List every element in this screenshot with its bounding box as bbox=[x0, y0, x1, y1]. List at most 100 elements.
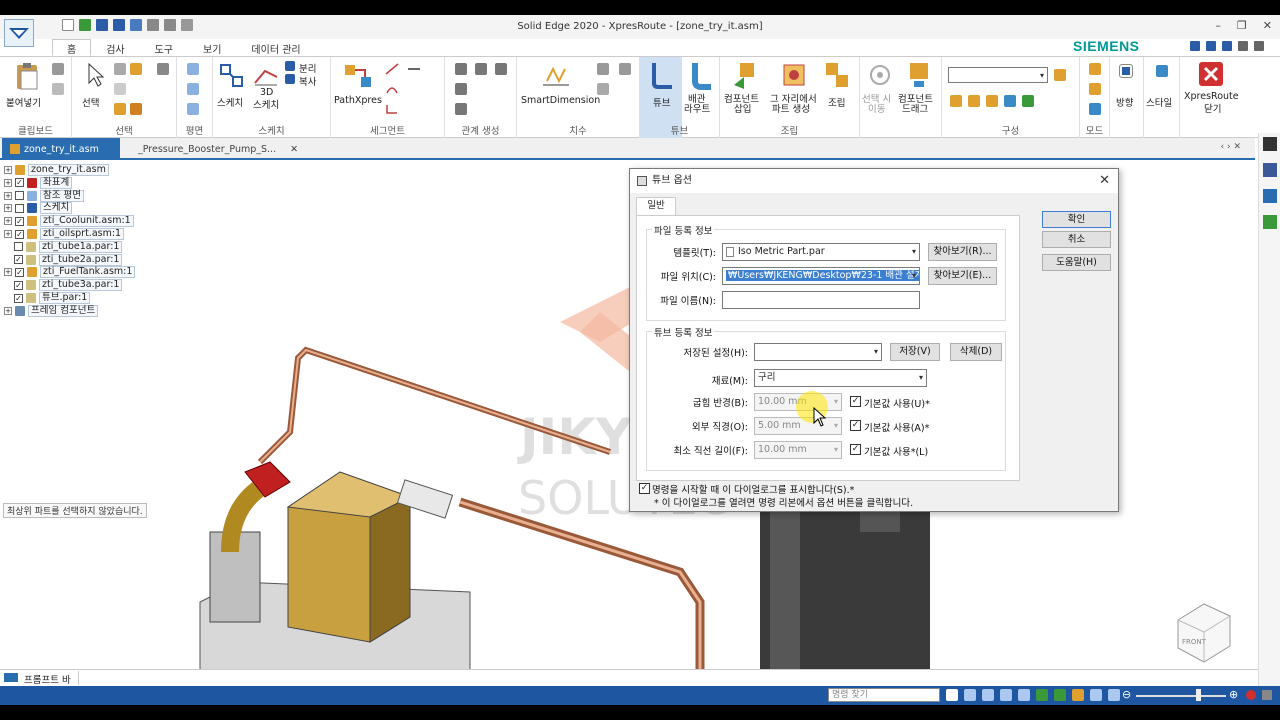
detach-button[interactable]: 분리 bbox=[299, 61, 316, 75]
save-settings-button[interactable]: 저장(V) bbox=[890, 343, 940, 361]
tab-general[interactable]: 일반 bbox=[636, 197, 676, 215]
copy-sketch-icon[interactable] bbox=[285, 74, 295, 84]
config-zone-icon[interactable] bbox=[1004, 95, 1016, 107]
tab-nav-icons[interactable]: ‹ › ✕ bbox=[1221, 142, 1241, 152]
min-straight-length-field[interactable]: 10.00 mm ▾ bbox=[754, 441, 842, 459]
template-dropdown[interactable]: Iso Metric Part.par ▾ bbox=[722, 243, 920, 261]
visibility-checkbox[interactable]: ✓ bbox=[15, 267, 24, 277]
sketch-button[interactable]: 스케치 bbox=[217, 95, 243, 109]
insert-component-label-2[interactable]: 삽입 bbox=[734, 101, 751, 115]
zoom-slider-handle[interactable] bbox=[1196, 689, 1201, 701]
help-button[interactable]: 도움말(H) bbox=[1042, 254, 1111, 271]
direction-button[interactable]: 방향 bbox=[1116, 95, 1133, 109]
expand-icon[interactable]: + bbox=[4, 306, 12, 315]
shaded-icon[interactable] bbox=[1054, 689, 1066, 701]
options-icon[interactable] bbox=[1190, 41, 1200, 51]
tree-node[interactable]: + ✓ 좌표계 bbox=[4, 176, 73, 189]
visibility-checkbox[interactable] bbox=[15, 203, 24, 213]
smart-dimension-button[interactable]: SmartDimension bbox=[521, 95, 600, 106]
move-selection-icon[interactable] bbox=[868, 63, 892, 87]
copper-tube-lower[interactable] bbox=[458, 497, 705, 684]
close-xpresroute-label-2[interactable]: 닫기 bbox=[1204, 101, 1221, 115]
in-place-part-label-2[interactable]: 파트 생성 bbox=[772, 101, 810, 115]
select-part-icon[interactable] bbox=[130, 63, 142, 75]
ok-button[interactable]: 확인 bbox=[1042, 211, 1111, 228]
show-dialog-checkbox[interactable]: ✓ bbox=[639, 483, 650, 494]
pan-icon[interactable] bbox=[1000, 689, 1012, 701]
file-name-input[interactable] bbox=[722, 291, 920, 309]
bend-default-checkbox[interactable]: ✓ bbox=[850, 396, 861, 407]
select-arrow-icon[interactable] bbox=[86, 63, 104, 87]
style-icon[interactable] bbox=[1156, 65, 1168, 77]
config-display-icon[interactable] bbox=[1022, 95, 1034, 107]
saved-settings-dropdown[interactable]: ▾ bbox=[754, 343, 882, 361]
plane-offset-icon[interactable] bbox=[187, 83, 199, 95]
visibility-checkbox[interactable] bbox=[15, 191, 24, 201]
tree-node[interactable]: + 참조 평면 bbox=[4, 189, 84, 202]
zoom-icon[interactable] bbox=[982, 689, 994, 701]
expand-icon[interactable]: + bbox=[4, 166, 12, 174]
zoom-out-icon[interactable]: ⊖ bbox=[1122, 688, 1131, 701]
tree-node[interactable]: ✓ 튜브.par:1 bbox=[14, 292, 91, 304]
record-icon[interactable] bbox=[1246, 690, 1256, 700]
angle-icon[interactable] bbox=[619, 63, 631, 75]
doc-tab-pressure-booster[interactable]: _Pressure_Booster_Pump_S... ✕ bbox=[126, 138, 302, 160]
expand-icon[interactable]: + bbox=[4, 204, 12, 213]
mode-icon-3[interactable] bbox=[1089, 103, 1101, 115]
prompt-bar-input[interactable] bbox=[78, 671, 1246, 685]
browse-location-button[interactable]: 찾아보기(E)... bbox=[928, 267, 997, 285]
mode-icon-1[interactable] bbox=[1089, 63, 1101, 75]
sketch-icon[interactable] bbox=[219, 63, 245, 89]
select-tool-icon[interactable] bbox=[157, 63, 169, 75]
expand-icon[interactable]: + bbox=[4, 230, 12, 238]
restore-icon[interactable]: ❐ bbox=[1237, 19, 1247, 32]
browse-template-button[interactable]: 찾아보기(R)... bbox=[928, 243, 997, 261]
library-icon[interactable] bbox=[1263, 215, 1277, 229]
visibility-checkbox[interactable]: ✓ bbox=[14, 255, 23, 265]
select-button[interactable]: 선택 bbox=[82, 95, 99, 109]
cancel-button[interactable]: 취소 bbox=[1042, 231, 1111, 248]
pathxpres-button[interactable]: PathXpres bbox=[334, 95, 382, 106]
line-horizontal-icon[interactable] bbox=[407, 63, 421, 75]
copy-icon[interactable] bbox=[52, 83, 64, 95]
fit-icon[interactable] bbox=[946, 689, 958, 701]
expand-icon[interactable]: + bbox=[4, 178, 12, 187]
tree-node[interactable]: + 스케치 bbox=[4, 202, 73, 215]
insert-component-icon[interactable] bbox=[732, 61, 758, 89]
corner-icon[interactable] bbox=[385, 103, 399, 115]
dialog-close-icon[interactable]: ✕ bbox=[1099, 173, 1110, 188]
sketch-view-icon[interactable] bbox=[1108, 689, 1120, 701]
zoom-area-icon[interactable] bbox=[964, 689, 976, 701]
dimension-tool-icon[interactable] bbox=[597, 83, 609, 95]
mode-icon-2[interactable] bbox=[1089, 83, 1101, 95]
tree-node[interactable]: + ✓ zti_FuelTank.asm:1 bbox=[4, 266, 136, 279]
select-filter-icon[interactable] bbox=[114, 63, 126, 75]
arc-icon[interactable] bbox=[385, 83, 399, 95]
pipe-route-label-2[interactable]: 라우트 bbox=[684, 101, 710, 115]
close-xpresroute-icon[interactable] bbox=[1198, 61, 1224, 87]
line-icon[interactable] bbox=[385, 63, 399, 75]
copy-sketch-button[interactable]: 복사 bbox=[299, 74, 316, 88]
minimize-ribbon-icon[interactable] bbox=[1238, 41, 1248, 51]
lock-icon[interactable] bbox=[495, 63, 507, 75]
config-dropdown[interactable]: ▾ bbox=[948, 67, 1048, 83]
material-dropdown[interactable]: 구리 ▾ bbox=[754, 369, 927, 387]
close-icon[interactable]: ✕ bbox=[1263, 19, 1272, 32]
tube-button[interactable]: 튜브 bbox=[653, 95, 670, 109]
select-body-icon[interactable] bbox=[130, 103, 142, 115]
tab-home[interactable]: 홈 bbox=[52, 39, 92, 56]
pathxpres-icon[interactable] bbox=[343, 61, 373, 91]
in-place-part-icon[interactable] bbox=[782, 61, 806, 87]
minimize-icon[interactable]: – bbox=[1215, 19, 1221, 32]
sketch-3d-icon[interactable] bbox=[253, 63, 279, 87]
pipe-route-icon[interactable] bbox=[687, 61, 713, 91]
tab-inspect[interactable]: 검사 bbox=[91, 39, 139, 56]
drag-component-icon[interactable] bbox=[906, 61, 932, 89]
facebook-icon[interactable] bbox=[1263, 163, 1277, 177]
visibility-checkbox[interactable]: ✓ bbox=[14, 280, 23, 290]
tree-node[interactable]: + zone_try_it.asm bbox=[4, 164, 109, 176]
command-search-input[interactable]: 명령 찾기 bbox=[828, 688, 940, 702]
select-box-icon[interactable] bbox=[114, 83, 126, 95]
plane-angle-icon[interactable] bbox=[187, 103, 199, 115]
zoom-slider-track[interactable] bbox=[1136, 695, 1226, 697]
